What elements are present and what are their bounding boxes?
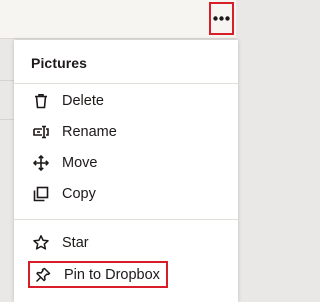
menu-item-label: Copy <box>62 186 96 202</box>
top-bar-divider <box>0 38 236 39</box>
menu-divider <box>14 83 238 84</box>
rename-icon <box>31 122 51 142</box>
more-options-button[interactable] <box>209 2 234 35</box>
menu-item-label: Move <box>62 155 98 171</box>
menu-item-label: Delete <box>62 93 104 109</box>
menu-item-copy[interactable]: Copy <box>31 182 96 206</box>
menu-item-delete[interactable]: Delete <box>31 89 104 113</box>
menu-item-star[interactable]: Star <box>31 231 89 255</box>
trash-icon <box>31 91 51 111</box>
context-menu: Pictures Delete Rename Move Copy Star Pi… <box>14 40 238 302</box>
copy-icon <box>31 184 51 204</box>
background-row-divider <box>0 119 14 120</box>
menu-title: Pictures <box>31 55 88 71</box>
pin-icon <box>33 265 53 285</box>
background-row-divider <box>0 80 14 81</box>
more-horizontal-icon <box>213 16 230 21</box>
star-icon <box>31 233 51 253</box>
menu-item-pin-to-dropbox[interactable]: Pin to Dropbox <box>28 261 168 288</box>
top-bar <box>0 0 236 38</box>
menu-item-rename[interactable]: Rename <box>31 120 117 144</box>
menu-item-label: Star <box>62 235 89 251</box>
menu-divider <box>14 219 238 220</box>
move-arrows-icon <box>31 153 51 173</box>
menu-item-label: Rename <box>62 124 117 140</box>
menu-item-move[interactable]: Move <box>31 151 97 175</box>
menu-item-label: Pin to Dropbox <box>64 266 160 283</box>
